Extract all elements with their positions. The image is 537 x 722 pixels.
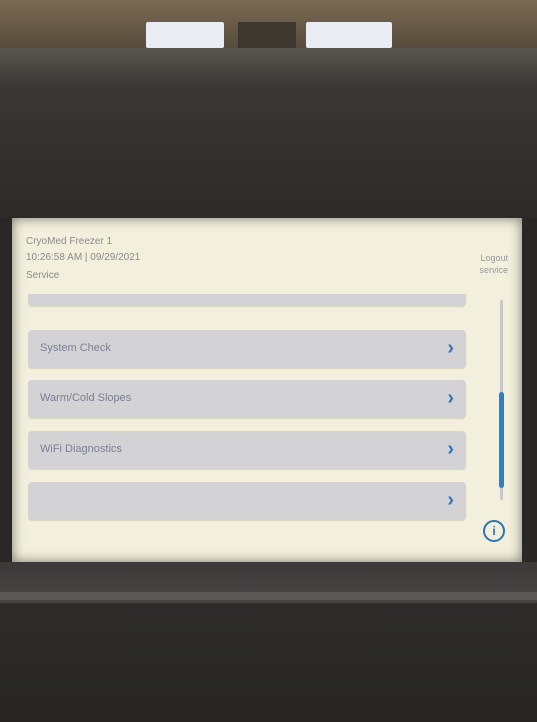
logout-label: Logout xyxy=(480,253,508,263)
service-menu-list: › System Check › Warm/Cold Slopes › WiFi… xyxy=(28,294,468,522)
device-ledge xyxy=(0,48,537,86)
top-notch xyxy=(238,22,296,48)
bezel-stripe xyxy=(0,592,537,600)
chevron-right-icon: › xyxy=(447,489,454,511)
chevron-right-icon: › xyxy=(447,387,454,409)
info-icon[interactable]: i xyxy=(483,520,505,542)
mode-label: Service xyxy=(26,270,60,281)
bezel-top xyxy=(0,86,537,218)
menu-item-partial-top[interactable]: › xyxy=(28,294,466,306)
device-name: CryoMed Freezer 1 xyxy=(26,236,113,247)
chevron-right-icon: › xyxy=(447,337,454,359)
date-time: 10:26:58 AM | 09/29/2021 xyxy=(26,252,141,263)
top-tab-left xyxy=(146,22,224,48)
touch-screen: CryoMed Freezer 1 10:26:58 AM | 09/29/20… xyxy=(12,218,522,562)
chevron-right-icon: › xyxy=(447,294,454,298)
logout-sub-label: service xyxy=(479,265,508,275)
top-tab-right xyxy=(306,22,392,48)
chevron-right-icon: › xyxy=(447,438,454,460)
menu-item-wifi-diagnostics[interactable]: WiFi Diagnostics › xyxy=(28,431,466,469)
menu-item-label: WiFi Diagnostics xyxy=(40,443,122,455)
logout-service-button[interactable]: Logout service xyxy=(479,252,508,276)
menu-item-system-check[interactable]: System Check › xyxy=(28,330,466,368)
menu-item-label: Warm/Cold Slopes xyxy=(40,392,132,404)
menu-item-label: System Check xyxy=(40,342,111,354)
scrollbar-thumb[interactable] xyxy=(499,392,504,488)
menu-item-warm-cold-slopes[interactable]: Warm/Cold Slopes › xyxy=(28,380,466,418)
menu-item-partial-bottom[interactable]: › xyxy=(28,482,466,520)
bezel-bottom xyxy=(0,562,537,722)
